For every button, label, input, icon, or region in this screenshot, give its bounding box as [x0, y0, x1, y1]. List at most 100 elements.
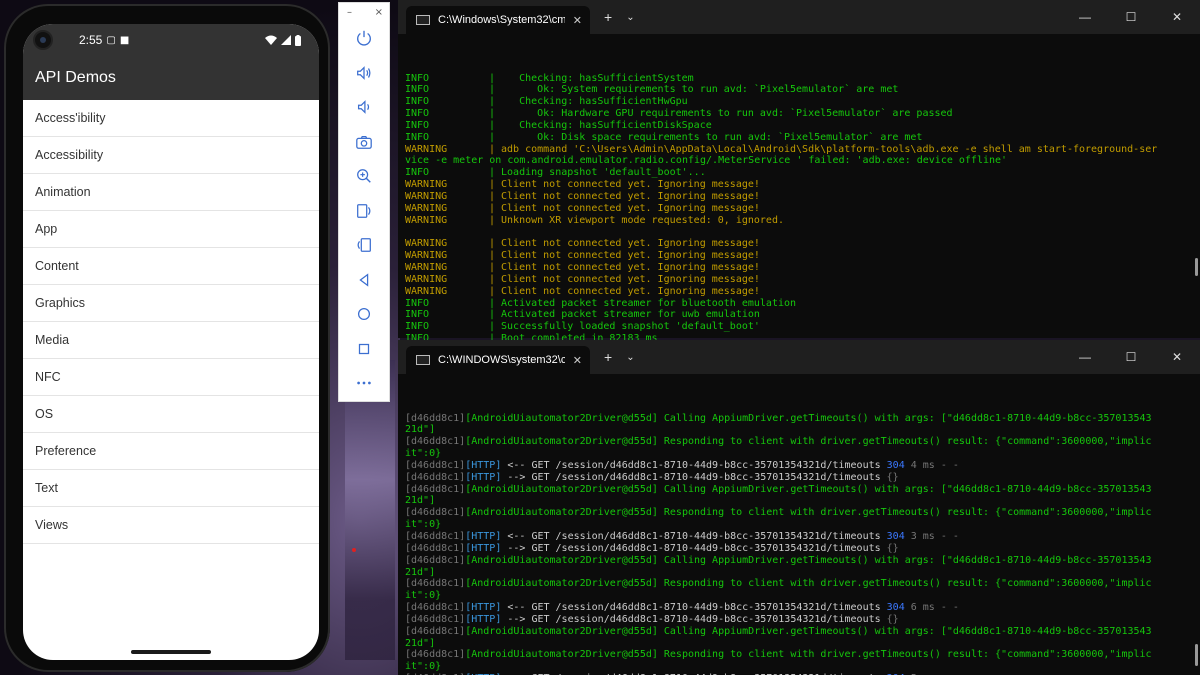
overview-button[interactable] [339, 332, 389, 367]
menu-item[interactable]: Media [23, 322, 319, 359]
app-title: API Demos [35, 69, 116, 86]
emulator-cmd-window: C:\Windows\System32\cmd.e ✕ + ⌄ — ☐ ✕ IN… [398, 0, 1200, 341]
more-icon [357, 381, 371, 385]
rotate-right-button[interactable] [339, 228, 389, 263]
log-line: INFO | Loading snapshot 'default_boot'... [405, 167, 1200, 179]
scrollbar[interactable] [1195, 258, 1198, 276]
minimize-button[interactable]: — [1062, 10, 1108, 24]
tab-dropdown-button[interactable]: ⌄ [626, 12, 634, 23]
menu-item[interactable]: Access'ibility [23, 100, 319, 137]
log-line: [d46dd8c1][HTTP] <-- GET /session/d46dd8… [405, 531, 1200, 543]
menu-item[interactable]: Accessibility [23, 137, 319, 174]
power-icon [357, 31, 371, 46]
menu-item[interactable]: NFC [23, 359, 319, 396]
log-message: Checking: hasSufficientSystem [495, 72, 694, 84]
log-message: Checking: hasSufficientHwGpu [495, 96, 688, 108]
log-segment: [d46dd8c1] [405, 459, 466, 471]
log-level: WARNING [405, 238, 448, 250]
menu-item[interactable]: Views [23, 507, 319, 544]
console-output: INFO | Checking: hasSufficientSystem INFO |… [398, 34, 1200, 341]
power-button[interactable] [339, 21, 389, 56]
log-line: [d46dd8c1][HTTP] --> GET /session/d46dd8… [405, 614, 1200, 626]
log-line: INFO | Checking: hasSufficientDiskSpace [405, 120, 1200, 132]
back-button[interactable] [339, 263, 389, 298]
phone-frame: 2:55 ▢ ■ API Demos Access'ibility Accessi… [4, 4, 330, 672]
log-segment: 21d"] [405, 566, 436, 578]
log-segment: [d46dd8c1] [405, 471, 466, 483]
close-button[interactable]: ✕ [1154, 10, 1200, 24]
tab-title: C:\Windows\System32\cmd.e [438, 14, 565, 26]
home-icon [357, 308, 371, 321]
zoom-button[interactable] [339, 159, 389, 194]
log-message: Client not connected yet. Ignoring messa… [495, 179, 760, 191]
log-line: [d46dd8c1][HTTP] --> GET /session/d46dd8… [405, 543, 1200, 555]
menu-item[interactable]: App [23, 211, 319, 248]
maximize-button[interactable]: ☐ [1108, 350, 1154, 364]
gesture-nav-bar[interactable] [131, 650, 211, 654]
menu-item[interactable]: OS [23, 396, 319, 433]
camera-icon [356, 135, 372, 149]
menu-item[interactable]: Preference [23, 433, 319, 470]
volume-down-button[interactable] [339, 90, 389, 125]
tab-close-button[interactable]: ✕ [573, 354, 582, 367]
log-level: INFO [405, 309, 430, 321]
rotate-left-button[interactable] [339, 194, 389, 229]
emulator-close-button[interactable]: × [375, 7, 383, 21]
log-line: WARNING | Client not connected yet. Ignor… [405, 179, 1200, 191]
log-line: WARNING | Client not connected yet. Ignor… [405, 238, 1200, 250]
log-segment: 304 [886, 459, 905, 471]
log-segment: [d46dd8c1] [405, 412, 466, 424]
menu-item[interactable]: Graphics [23, 285, 319, 322]
log-segment: {} [886, 542, 899, 554]
cmd-tab[interactable]: C:\Windows\System32\cmd.e ✕ [406, 6, 590, 34]
menu-item[interactable]: Text [23, 470, 319, 507]
signal-icon [281, 35, 291, 45]
log-level: INFO [405, 108, 430, 120]
log-level: WARNING [405, 202, 448, 214]
minimize-button[interactable]: — [1062, 350, 1108, 364]
log-segment: 304 [886, 530, 905, 542]
log-segment: [d46dd8c1] [405, 483, 466, 495]
log-message: Client not connected yet. Ignoring messa… [495, 238, 760, 250]
log-line: WARNING | Client not connected yet. Ignor… [405, 262, 1200, 274]
log-segment: [AndroidUiautomator2Driver@d55d] Calling… [465, 554, 1152, 566]
emulator-minimize-button[interactable]: – [347, 7, 352, 21]
log-segment: <-- GET /session/d46dd8c1-8710-44d9-b8cc… [501, 459, 887, 471]
close-button[interactable]: ✕ [1154, 350, 1200, 364]
log-line: it":0} [405, 448, 1200, 460]
new-tab-button[interactable]: + [604, 349, 612, 365]
log-message: adb command 'C:\Users\Admin\AppData\Loca… [495, 143, 1158, 155]
log-message: Checking: hasSufficientDiskSpace [495, 119, 712, 131]
log-line: 21d"] [405, 495, 1200, 507]
tab-dropdown-button[interactable]: ⌄ [626, 352, 634, 363]
status-bar: 2:55 ▢ ■ [23, 24, 319, 56]
log-segment: <-- GET /session/d46dd8c1-8710-44d9-b8cc… [501, 602, 887, 614]
battery-icon [295, 34, 301, 46]
log-segment: --> GET /session/d46dd8c1-8710-44d9-b8cc… [501, 471, 887, 483]
wifi-icon [265, 35, 277, 45]
log-segment: [d46dd8c1] [405, 436, 466, 448]
log-segment: {} [886, 613, 899, 625]
more-button[interactable] [339, 366, 389, 401]
log-segment: --> GET /session/d46dd8c1-8710-44d9-b8cc… [501, 613, 887, 625]
log-line: [d46dd8c1][AndroidUiautomator2Driver@d55… [405, 484, 1200, 496]
log-line: WARNING | Client not connected yet. Ignor… [405, 274, 1200, 286]
menu-item[interactable]: Content [23, 248, 319, 285]
scrollbar[interactable] [1195, 644, 1198, 666]
screenshot-button[interactable] [339, 125, 389, 160]
cmd-tab[interactable]: C:\WINDOWS\system32\cmd. ✕ [406, 346, 590, 374]
log-segment: [AndroidUiautomator2Driver@d55d] Calling… [465, 483, 1152, 495]
log-line: WARNING | Client not connected yet. Ignor… [405, 286, 1200, 298]
home-button[interactable] [339, 297, 389, 332]
volume-down-icon [357, 100, 370, 115]
log-line: INFO | Ok: System requirements to run avd… [405, 84, 1200, 96]
log-message: vice -e meter on com.android.emulator.ra… [405, 155, 1008, 167]
log-segment: [HTTP] [465, 613, 502, 625]
menu-item[interactable]: Animation [23, 174, 319, 211]
log-segment: 21d"] [405, 495, 436, 507]
maximize-button[interactable]: ☐ [1108, 10, 1154, 24]
tab-close-button[interactable]: ✕ [573, 14, 582, 27]
wallpaper-red-dot [352, 548, 356, 552]
new-tab-button[interactable]: + [604, 9, 612, 25]
volume-up-button[interactable] [339, 56, 389, 91]
